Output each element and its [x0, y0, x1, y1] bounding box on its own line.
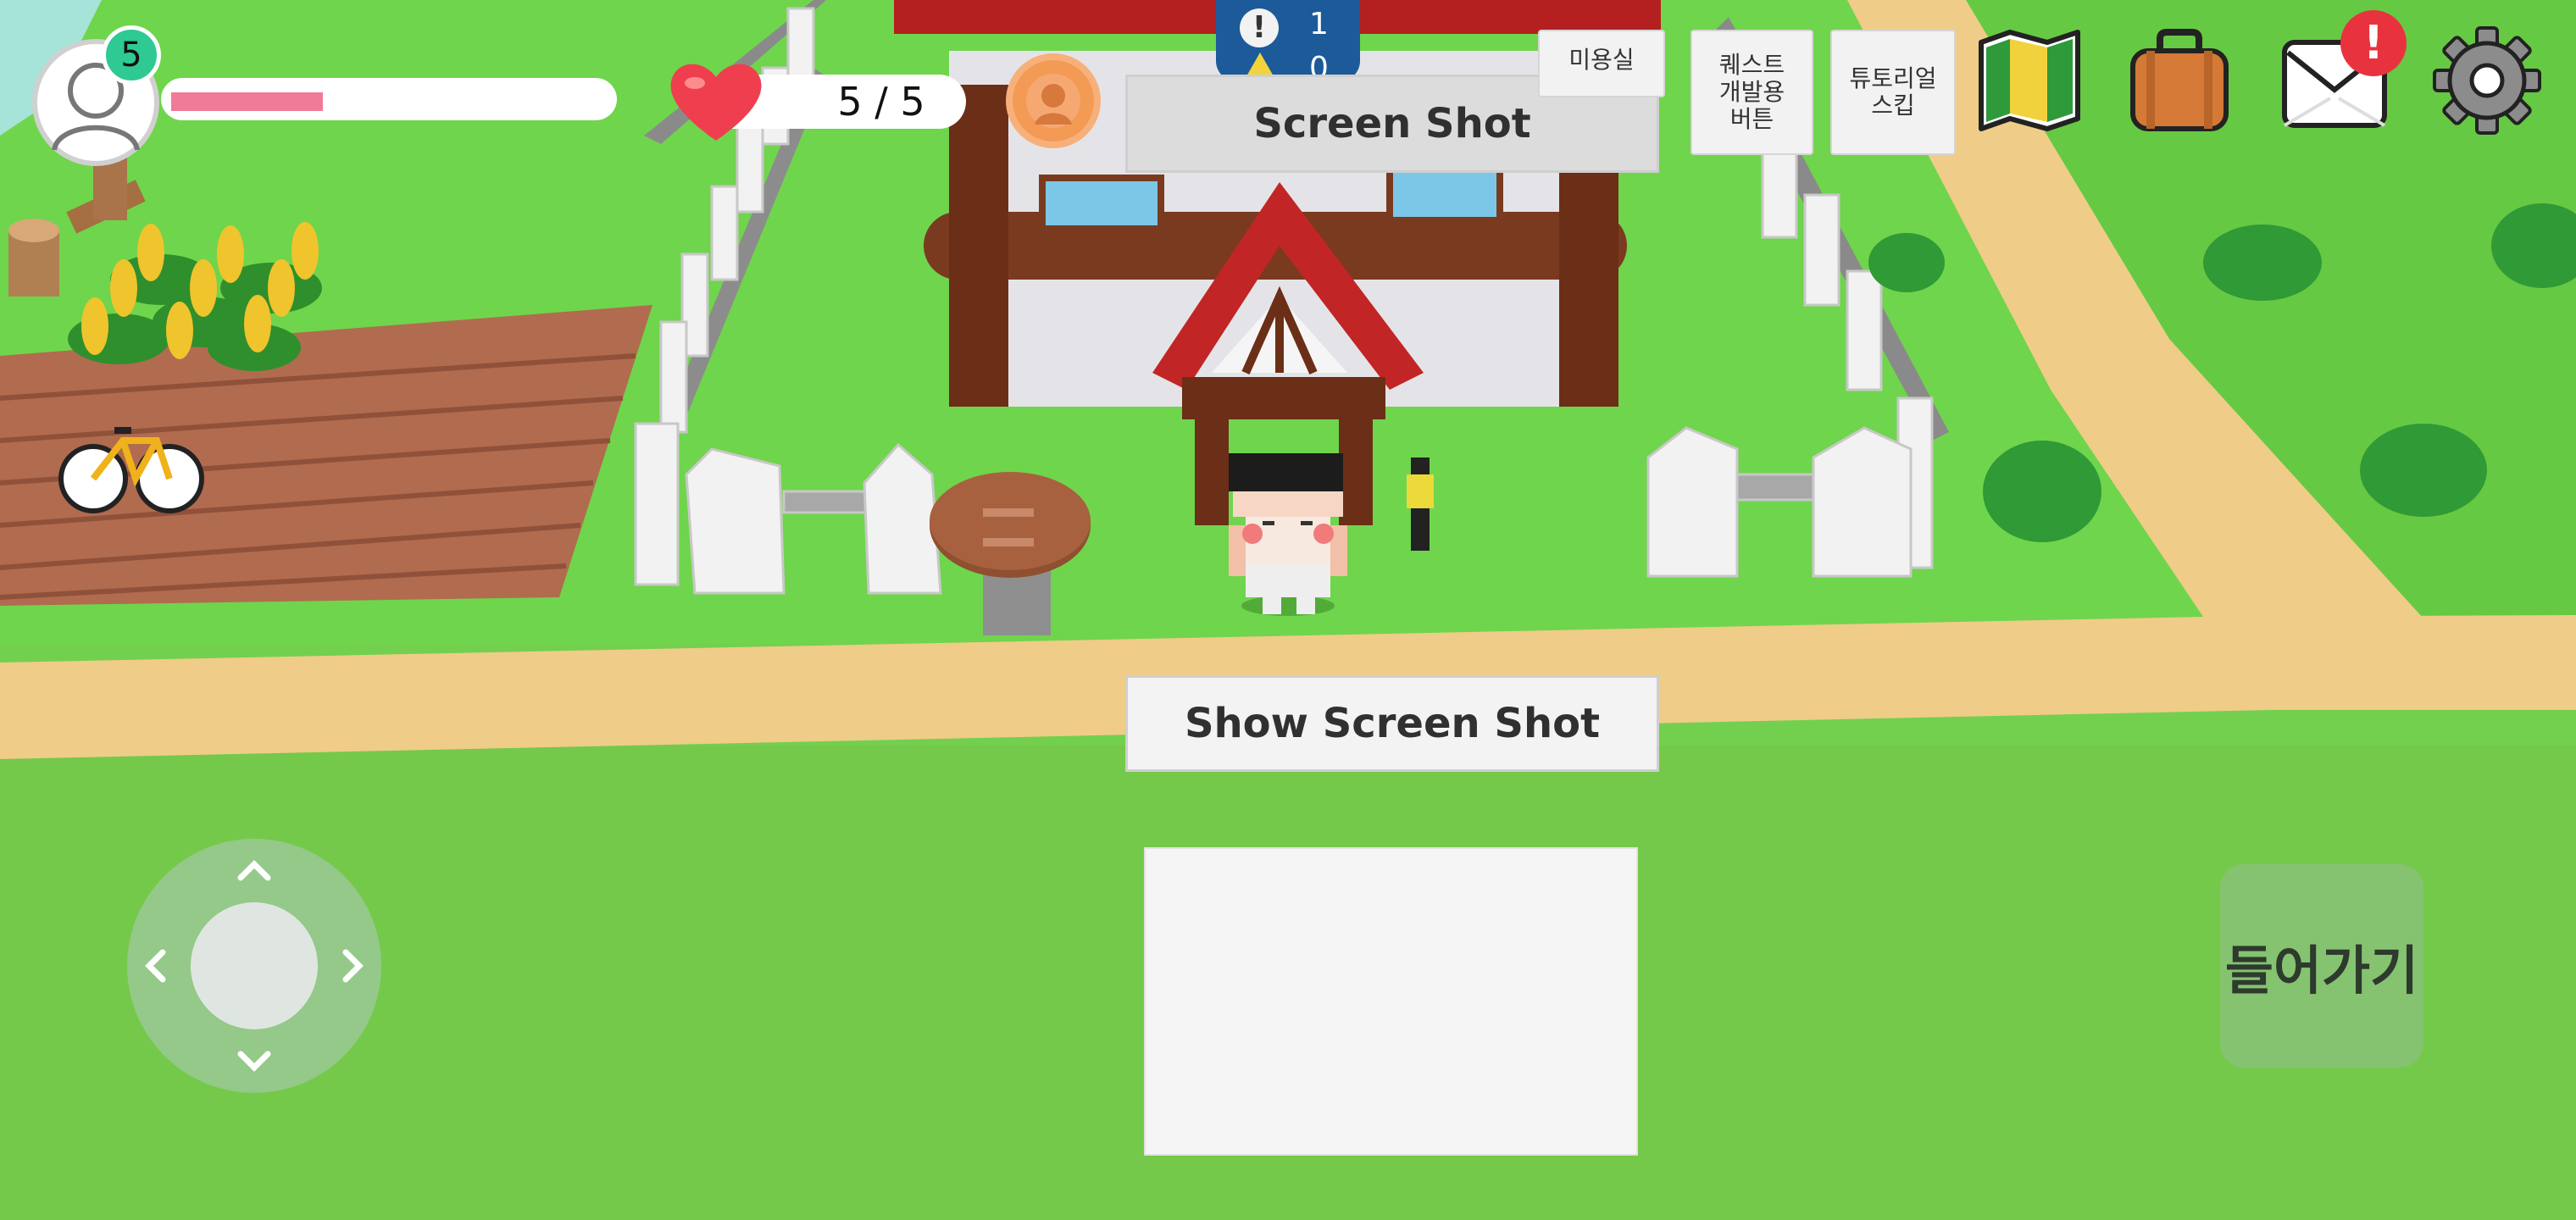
- hp-bar: 60 / 90: [161, 78, 617, 120]
- chevron-right-icon: [342, 949, 364, 983]
- tutorial-skip-button[interactable]: 튜토리얼 스킵: [1830, 30, 1956, 155]
- beauty-salon-label: 미용실: [1568, 46, 1635, 74]
- quest-badge-count: 1: [1309, 7, 1329, 42]
- hearts-text: 5 / 5: [837, 79, 925, 125]
- level-badge: 5: [102, 25, 161, 85]
- quest-counter[interactable]: ! 1 0: [1216, 0, 1360, 86]
- enter-label: 들어가기: [2224, 940, 2419, 1001]
- show-screen-shot-label: Show Screen Shot: [1184, 700, 1601, 747]
- bag-icon[interactable]: [2124, 25, 2235, 136]
- quest-dev-label-3: 버튼: [1729, 105, 1774, 133]
- mail-alert-mark: !: [2362, 16, 2384, 69]
- enter-button[interactable]: 들어가기: [2220, 864, 2423, 1068]
- joystick-knob[interactable]: [191, 902, 318, 1029]
- mail-alert-badge: !: [2340, 10, 2407, 76]
- chevron-down-icon: [237, 1051, 271, 1072]
- warning-icon: [1246, 53, 1274, 76]
- player-character: [1229, 453, 1347, 616]
- gear-icon[interactable]: [2432, 25, 2542, 136]
- info-icon: !: [1240, 8, 1279, 47]
- coin-figure-icon: [1026, 74, 1080, 128]
- quest-dev-button[interactable]: 퀘스트 개발용 버튼: [1690, 30, 1813, 155]
- hp-text: 60 / 90: [353, 86, 437, 114]
- tutorial-skip-label-2: 스킵: [1871, 92, 1915, 119]
- chevron-left-icon: [145, 949, 166, 983]
- screen-shot-label: Screen Shot: [1253, 100, 1531, 147]
- show-screen-shot-button[interactable]: Show Screen Shot: [1125, 675, 1659, 772]
- coin-icon[interactable]: [1006, 53, 1101, 148]
- map-icon[interactable]: [1974, 25, 2085, 136]
- joystick[interactable]: [127, 839, 381, 1093]
- chevron-up-icon: [237, 860, 271, 881]
- quest-dev-label-1: 퀘스트: [1718, 51, 1785, 79]
- level-number: 5: [120, 36, 142, 75]
- beauty-salon-button[interactable]: 미용실: [1538, 30, 1665, 97]
- tutorial-skip-label-1: 튜토리얼: [1849, 64, 1937, 92]
- quest-dev-label-2: 개발용: [1718, 78, 1785, 106]
- screenshot-preview: [1144, 847, 1638, 1156]
- heart-icon: [670, 64, 762, 141]
